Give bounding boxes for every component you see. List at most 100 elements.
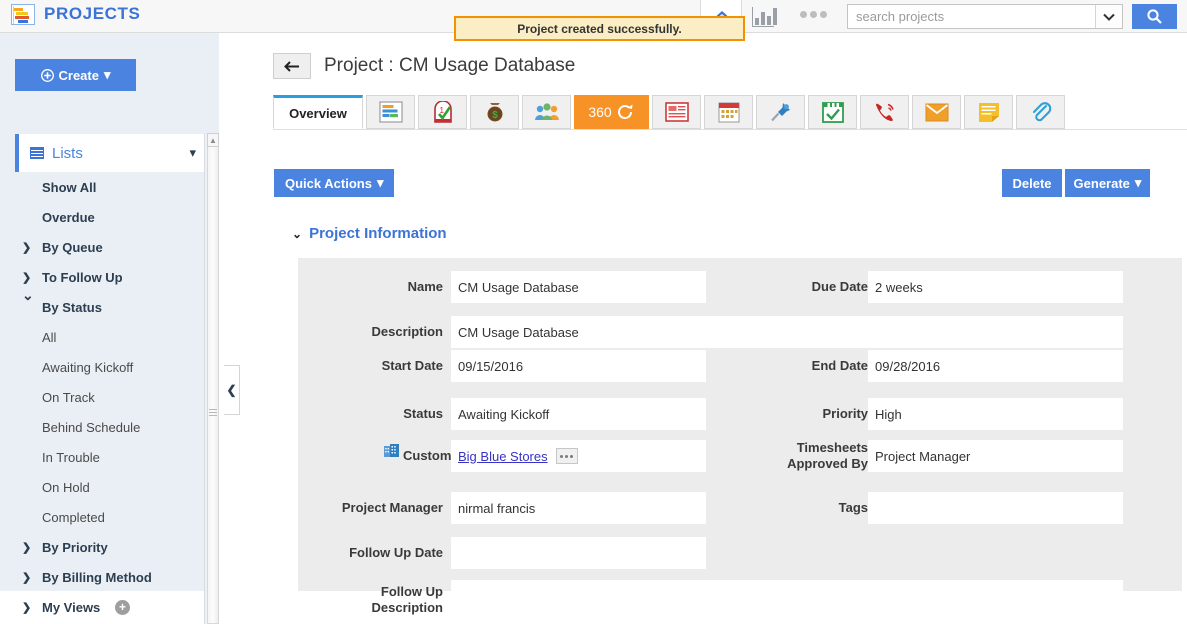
customer-link[interactable]: Big Blue Stores xyxy=(458,449,548,464)
news-document-icon xyxy=(664,102,689,122)
sidebar-item-label: My Views xyxy=(42,599,101,615)
description-value[interactable]: CM Usage Database xyxy=(451,316,1123,348)
tab-calls[interactable] xyxy=(860,95,909,129)
tab-email[interactable] xyxy=(912,95,961,129)
chevron-down-icon[interactable] xyxy=(1095,5,1122,28)
chevron-down-icon[interactable]: ▾ xyxy=(189,145,196,161)
project-manager-value[interactable]: nirmal francis xyxy=(451,492,706,524)
generate-label: Generate xyxy=(1073,175,1130,191)
sidebar-item-overdue[interactable]: Overdue xyxy=(0,202,205,232)
notification-banner: Project created successfully. xyxy=(454,16,745,41)
tab-news[interactable] xyxy=(652,95,701,129)
sidebar-item-by-priority[interactable]: ❯ By Priority xyxy=(0,532,205,562)
follow-up-description-value[interactable] xyxy=(451,580,1123,612)
chevron-right-icon[interactable]: ❯ xyxy=(22,241,31,254)
follow-up-description-label-line2: Description xyxy=(371,600,443,615)
timesheets-approved-by-value[interactable]: Project Manager xyxy=(868,440,1123,472)
sidebar-item-behind-schedule[interactable]: Behind Schedule xyxy=(0,412,205,442)
generate-button[interactable]: Generate ▾ xyxy=(1065,169,1150,197)
magnifier-icon xyxy=(1147,9,1162,24)
chevron-down-icon[interactable]: ⌄ xyxy=(22,287,34,304)
scrollbar-grip[interactable] xyxy=(209,409,217,416)
money-bag-icon: $ xyxy=(483,101,507,123)
end-date-label: End Date xyxy=(811,358,868,373)
chevron-right-icon[interactable]: ❯ xyxy=(22,601,31,614)
more-horizontal-icon[interactable] xyxy=(800,11,830,21)
tab-360[interactable]: 360 xyxy=(574,95,649,129)
tab-calendar[interactable] xyxy=(704,95,753,129)
chevron-right-icon[interactable]: ❯ xyxy=(22,541,31,554)
tab-label: 360 xyxy=(588,104,612,120)
sidebar-item-label: Completed xyxy=(42,509,105,525)
due-date-label: Due Date xyxy=(811,279,868,294)
sidebar-item-on-hold[interactable]: On Hold xyxy=(0,472,205,502)
start-date-value[interactable]: 09/15/2016 xyxy=(451,350,706,382)
refresh-circle-icon xyxy=(615,102,635,122)
sidebar-item-in-trouble[interactable]: In Trouble xyxy=(0,442,205,472)
sidebar-item-label: Behind Schedule xyxy=(42,419,141,435)
scrollbar-track[interactable] xyxy=(207,133,219,624)
sidebar-item-by-billing-method[interactable]: ❯ By Billing Method xyxy=(0,562,205,592)
search-box[interactable] xyxy=(847,4,1123,29)
sidebar-item-awaiting-kickoff[interactable]: Awaiting Kickoff xyxy=(0,352,205,382)
sidebar-item-by-queue[interactable]: ❯ By Queue xyxy=(0,232,205,262)
sidebar-item-completed[interactable]: Completed xyxy=(0,502,205,532)
tab-overview[interactable]: Overview xyxy=(273,95,363,129)
project-information-section-header[interactable]: ⌄ Project Information xyxy=(292,225,447,242)
chevron-right-icon[interactable]: ❯ xyxy=(22,571,31,584)
tab-saved[interactable] xyxy=(808,95,857,129)
timesheets-approved-by-label-line1: Timesheets xyxy=(796,440,868,455)
generate-caret: ▾ xyxy=(1134,175,1142,190)
sidebar-lists-header[interactable]: Lists ▾ xyxy=(15,134,204,172)
back-button[interactable] xyxy=(273,53,311,79)
search-button[interactable] xyxy=(1132,4,1177,29)
sidebar-item-by-status[interactable]: ⌄ By Status xyxy=(0,287,205,322)
customer-value[interactable]: Big Blue Stores xyxy=(451,440,706,472)
sidebar-item-label: By Billing Method xyxy=(42,569,152,585)
bar-chart-icon[interactable] xyxy=(752,5,778,27)
follow-up-date-value[interactable] xyxy=(451,537,706,569)
chevron-down-icon[interactable]: ⌄ xyxy=(292,227,302,241)
tab-milestones[interactable]: 1 xyxy=(418,95,467,129)
sidebar-item-show-all[interactable]: Show All xyxy=(0,172,205,202)
tags-value[interactable] xyxy=(868,492,1123,524)
sidebar-lists-label: Lists xyxy=(52,144,83,162)
tab-pinned[interactable] xyxy=(756,95,805,129)
search-input[interactable] xyxy=(848,5,1095,28)
chevron-right-icon[interactable]: ❯ xyxy=(22,271,31,284)
tab-tasks[interactable] xyxy=(366,95,415,129)
gantt-chart-icon xyxy=(379,101,403,123)
sidebar-item-my-views[interactable]: ❯ My Views + xyxy=(0,592,205,622)
tab-attachments[interactable] xyxy=(1016,95,1065,129)
delete-button[interactable]: Delete xyxy=(1002,169,1062,197)
sidebar-scrollbar[interactable]: ▲ xyxy=(204,133,219,624)
quick-actions-button[interactable]: Quick Actions ▾ xyxy=(274,169,395,197)
sidebar-item-all[interactable]: All xyxy=(0,322,205,352)
quick-actions-caret: ▾ xyxy=(376,175,384,190)
add-view-button[interactable]: + xyxy=(115,599,130,615)
due-date-value[interactable]: 2 weeks xyxy=(868,271,1123,303)
sidebar-item-label: By Queue xyxy=(42,239,103,255)
sidebar-collapse-handle[interactable]: ❮ xyxy=(224,365,240,415)
people-group-icon xyxy=(534,102,560,122)
create-label: Create xyxy=(58,67,99,83)
sidebar-item-label: Overdue xyxy=(42,209,95,225)
tab-expenses[interactable]: $ xyxy=(470,95,519,129)
create-button[interactable]: Create ▾ xyxy=(15,59,136,91)
tab-team[interactable] xyxy=(522,95,571,129)
status-value[interactable]: Awaiting Kickoff xyxy=(451,398,706,430)
priority-value[interactable]: High xyxy=(868,398,1123,430)
triangle-up-icon[interactable]: ▲ xyxy=(207,133,219,147)
sidebar-item-on-track[interactable]: On Track xyxy=(0,382,205,412)
priority-label: Priority xyxy=(822,406,868,421)
name-value[interactable]: CM Usage Database xyxy=(451,271,706,303)
envelope-icon xyxy=(925,103,949,122)
sidebar-item-label: All xyxy=(42,329,57,345)
tab-label: Overview xyxy=(289,105,347,121)
projects-gantt-icon xyxy=(11,4,35,25)
tab-notes[interactable] xyxy=(964,95,1013,129)
sidebar-nav-list: Show All Overdue ❯ By Queue ❯ To Follow Up ⌄ By… xyxy=(0,172,205,622)
end-date-value[interactable]: 09/28/2016 xyxy=(868,350,1123,382)
ellipsis-icon[interactable] xyxy=(555,448,578,464)
chevron-down-glyph xyxy=(1103,13,1115,21)
